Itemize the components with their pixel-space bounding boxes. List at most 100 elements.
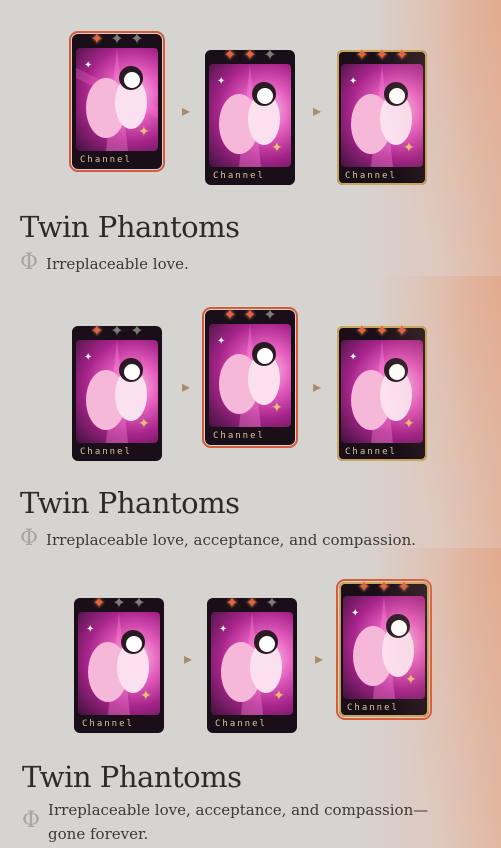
star-filled-icon: ✦ xyxy=(243,305,257,324)
svg-text:✦: ✦ xyxy=(349,352,357,363)
star-rating: ✦ ✦ ✦ xyxy=(355,578,413,596)
star-filled-icon: ✦ xyxy=(243,45,257,64)
panel-title: Twin Phantoms xyxy=(20,486,240,520)
card-frame: ✦ ✦ Channel xyxy=(336,579,432,720)
card-brand-label: Channel xyxy=(80,155,132,165)
star-rating: ✦ ✦ ✦ xyxy=(223,594,281,612)
twin-phantoms-art-icon: ✦ ✦ xyxy=(219,612,285,715)
card-brand-label: Channel xyxy=(347,703,399,713)
card-artwork: ✦ ✦ xyxy=(211,612,293,715)
card-frame: ✦ ✦ Channel xyxy=(207,598,297,733)
svg-text:✦: ✦ xyxy=(217,336,225,347)
level-panel-3: ✦ ✦ ✦ ✦ ✦ Channel ▸ ✦ ✦ ✦ ✦ ✦ Channel ▸ … xyxy=(0,548,501,848)
card-brand-label: Channel xyxy=(345,171,397,181)
card-level-2[interactable]: ✦ ✦ ✦ ✦ ✦ Channel xyxy=(205,46,295,185)
star-filled-icon: ✦ xyxy=(357,577,371,596)
level-panel-2: ✦ ✦ ✦ ✦ ✦ Channel ▸ ✦ ✦ ✦ ✦ ✦ Channel ▸ … xyxy=(0,276,501,548)
panel-description: Irreplaceable love. xyxy=(46,255,189,273)
svg-text:✦: ✦ xyxy=(138,124,150,140)
star-rating: ✦ ✦ ✦ xyxy=(88,30,146,48)
star-filled-icon: ✦ xyxy=(90,29,104,48)
panel-description: Irreplaceable love, acceptance, and comp… xyxy=(48,801,429,843)
star-empty-icon: ✦ xyxy=(130,29,144,48)
twin-phantoms-art-icon: ✦ ✦ xyxy=(76,48,158,151)
svg-text:✦: ✦ xyxy=(271,400,283,416)
card-artwork: ✦ ✦ xyxy=(341,64,423,167)
card-level-1[interactable]: ✦ ✦ ✦ ✦ ✦ Channel xyxy=(72,322,162,461)
svg-text:✦: ✦ xyxy=(138,416,150,432)
phi-symbol-icon: Φ xyxy=(20,526,39,549)
card-artwork: ✦ ✦ xyxy=(209,64,291,167)
star-rating: ✦ ✦ ✦ xyxy=(90,594,148,612)
twin-phantoms-art-icon: ✦ ✦ xyxy=(351,596,417,699)
card-brand-label: Channel xyxy=(213,171,265,181)
card-level-3[interactable]: ✦ ✦ ✦ ✦ ✦ Channel xyxy=(337,46,427,185)
card-artwork: ✦ ✦ xyxy=(76,340,158,443)
panel-description: Irreplaceable love, acceptance, and comp… xyxy=(46,531,417,548)
star-empty-icon: ✦ xyxy=(110,29,124,48)
star-filled-icon: ✦ xyxy=(375,45,389,64)
card-frame: ✦ ✦ Channel xyxy=(337,326,427,461)
star-rating: ✦ ✦ ✦ xyxy=(88,322,146,340)
twin-phantoms-art-icon: ✦ ✦ xyxy=(217,64,283,167)
description-row: Φ Irreplaceable love, acceptance, and co… xyxy=(20,526,417,549)
arrow-right-icon: ▸ xyxy=(183,649,193,668)
star-filled-icon: ✦ xyxy=(223,305,237,324)
level-panel-1: ✦ ✦ ✦ ✦ ✦ Channel ▸ ✦ ✦ ✦ ✦ ✦ Channel ▸ … xyxy=(0,0,501,276)
svg-text:✦: ✦ xyxy=(273,688,285,704)
card-artwork: ✦ ✦ xyxy=(343,596,425,699)
star-empty-icon: ✦ xyxy=(263,45,277,64)
svg-text:✦: ✦ xyxy=(217,76,225,87)
description-row: Φ Irreplaceable love, acceptance, and co… xyxy=(22,798,462,846)
card-progression-row: ✦ ✦ ✦ ✦ ✦ Channel ▸ ✦ ✦ ✦ ✦ ✦ Channel ▸ … xyxy=(0,306,501,466)
svg-text:✦: ✦ xyxy=(219,624,227,635)
card-level-3[interactable]: ✦ ✦ ✦ ✦ ✦ Channel xyxy=(336,578,432,720)
star-filled-icon: ✦ xyxy=(355,321,369,340)
svg-text:✦: ✦ xyxy=(271,140,283,156)
star-rating: ✦ ✦ ✦ xyxy=(221,306,279,324)
star-rating: ✦ ✦ ✦ xyxy=(353,46,411,64)
star-empty-icon: ✦ xyxy=(130,321,144,340)
card-level-2[interactable]: ✦ ✦ ✦ ✦ ✦ Channel xyxy=(207,594,297,733)
star-filled-icon: ✦ xyxy=(223,45,237,64)
star-empty-icon: ✦ xyxy=(110,321,124,340)
svg-text:✦: ✦ xyxy=(140,688,152,704)
card-frame: ✦ ✦ Channel xyxy=(69,31,165,172)
star-empty-icon: ✦ xyxy=(112,593,126,612)
card-level-2[interactable]: ✦ ✦ ✦ ✦ ✦ Channel xyxy=(202,306,298,448)
star-filled-icon: ✦ xyxy=(245,593,259,612)
card-brand-label: Channel xyxy=(213,431,265,441)
star-empty-icon: ✦ xyxy=(263,305,277,324)
card-brand-label: Channel xyxy=(215,719,267,729)
arrow-right-icon: ▸ xyxy=(314,649,324,668)
twin-phantoms-art-icon: ✦ ✦ xyxy=(349,340,415,443)
card-level-3[interactable]: ✦ ✦ ✦ ✦ ✦ Channel xyxy=(337,322,427,461)
star-filled-icon: ✦ xyxy=(92,593,106,612)
star-empty-icon: ✦ xyxy=(265,593,279,612)
panel-title: Twin Phantoms xyxy=(20,210,240,244)
card-brand-label: Channel xyxy=(82,719,134,729)
card-progression-row: ✦ ✦ ✦ ✦ ✦ Channel ▸ ✦ ✦ ✦ ✦ ✦ Channel ▸ … xyxy=(0,30,501,190)
svg-text:✦: ✦ xyxy=(84,352,92,363)
panel-title: Twin Phantoms xyxy=(22,760,242,794)
star-filled-icon: ✦ xyxy=(225,593,239,612)
svg-text:✦: ✦ xyxy=(351,608,359,619)
card-artwork: ✦ ✦ xyxy=(209,324,291,427)
twin-phantoms-art-icon: ✦ ✦ xyxy=(349,64,415,167)
star-filled-icon: ✦ xyxy=(395,45,409,64)
twin-phantoms-art-icon: ✦ ✦ xyxy=(217,324,283,427)
card-progression-row: ✦ ✦ ✦ ✦ ✦ Channel ▸ ✦ ✦ ✦ ✦ ✦ Channel ▸ … xyxy=(0,578,501,738)
svg-text:✦: ✦ xyxy=(403,416,415,432)
svg-text:✦: ✦ xyxy=(84,60,92,71)
card-frame: ✦ ✦ Channel xyxy=(72,326,162,461)
card-level-1[interactable]: ✦ ✦ ✦ ✦ ✦ Channel xyxy=(69,30,165,172)
phi-symbol-icon: Φ xyxy=(22,808,41,833)
arrow-right-icon: ▸ xyxy=(181,377,191,396)
svg-text:✦: ✦ xyxy=(86,624,94,635)
card-level-1[interactable]: ✦ ✦ ✦ ✦ ✦ Channel xyxy=(74,594,164,733)
star-empty-icon: ✦ xyxy=(132,593,146,612)
star-filled-icon: ✦ xyxy=(375,321,389,340)
svg-text:✦: ✦ xyxy=(405,672,417,688)
description-row: Φ Irreplaceable love. xyxy=(20,252,189,276)
card-artwork: ✦ ✦ xyxy=(76,48,158,151)
